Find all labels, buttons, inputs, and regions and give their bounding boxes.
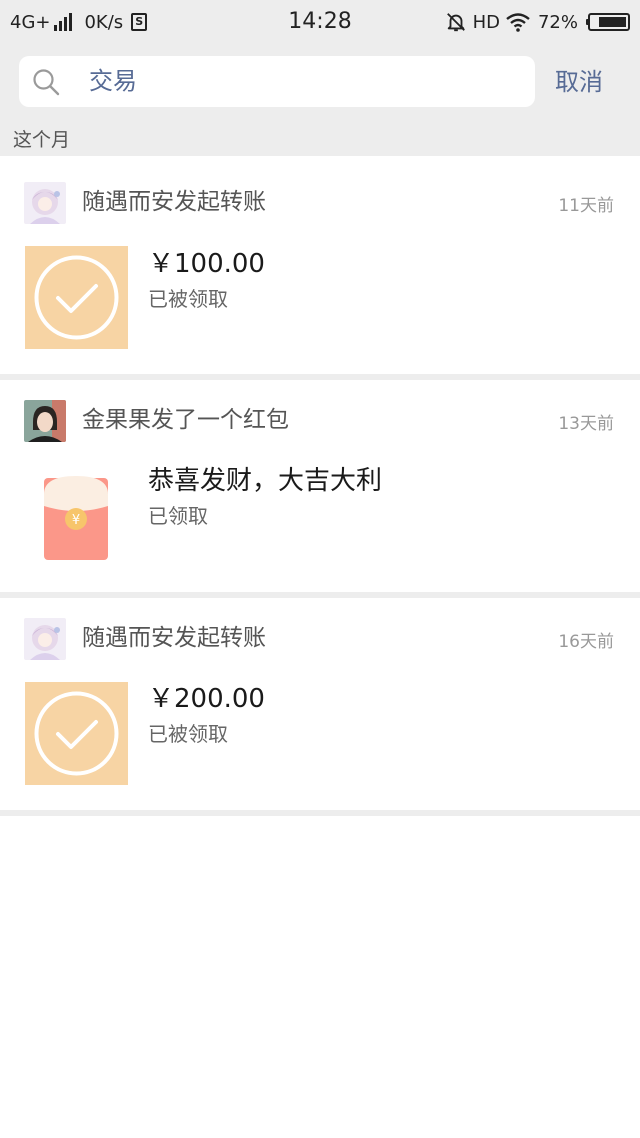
record-header: 随遇而安发起转账 11天前 <box>24 182 614 224</box>
status-bar: 4G+ 0K/s S 14:28 HD 72% <box>0 0 640 44</box>
cancel-button[interactable]: 取消 <box>555 66 603 98</box>
search-icon <box>33 69 60 96</box>
transfer-thumbnail <box>25 682 128 785</box>
battery-percent: 72% <box>537 11 578 33</box>
avatar <box>24 182 66 224</box>
section-title: 这个月 <box>13 129 71 151</box>
record-time: 16天前 <box>558 632 614 652</box>
avatar <box>24 618 66 660</box>
battery-icon <box>586 13 630 31</box>
record-title: 金果果发了一个红包 <box>82 407 289 433</box>
record-amount: ￥100.00 <box>148 249 265 279</box>
record-title: 随遇而安发起转账 <box>82 625 266 651</box>
svg-text:¥: ¥ <box>72 513 80 528</box>
record-status: 已被领取 <box>148 287 228 311</box>
search-box[interactable]: 交易 <box>19 56 535 107</box>
red-packet-greeting: 恭喜发财，大吉大利 <box>148 466 383 496</box>
record-card[interactable]: 随遇而安发起转账 16天前 ￥200.00 已被领取 <box>0 598 640 816</box>
avatar <box>24 400 66 442</box>
record-header: 金果果发了一个红包 13天前 <box>24 400 614 442</box>
record-time: 13天前 <box>558 414 614 434</box>
record-title: 随遇而安发起转账 <box>82 189 266 215</box>
search-input[interactable]: 交易 <box>89 66 137 96</box>
record-status: 已被领取 <box>148 722 228 746</box>
record-time: 11天前 <box>558 196 614 216</box>
check-circle-icon <box>34 255 119 340</box>
status-right: HD 72% <box>445 9 630 35</box>
record-card[interactable]: 金果果发了一个红包 13天前 ¥ 恭喜发财，大吉大利 已领取 <box>0 380 640 598</box>
record-header: 随遇而安发起转账 16天前 <box>24 618 614 660</box>
transfer-thumbnail <box>25 246 128 349</box>
record-status: 已领取 <box>148 504 208 528</box>
record-card[interactable]: 随遇而安发起转账 11天前 ￥100.00 已被领取 <box>0 156 640 380</box>
wifi-icon <box>506 13 530 32</box>
bell-off-icon <box>446 13 465 32</box>
check-circle-icon <box>34 691 119 776</box>
red-packet-icon: ¥ <box>38 472 114 572</box>
record-amount: ￥200.00 <box>148 684 265 714</box>
hd-badge: HD <box>472 11 500 33</box>
